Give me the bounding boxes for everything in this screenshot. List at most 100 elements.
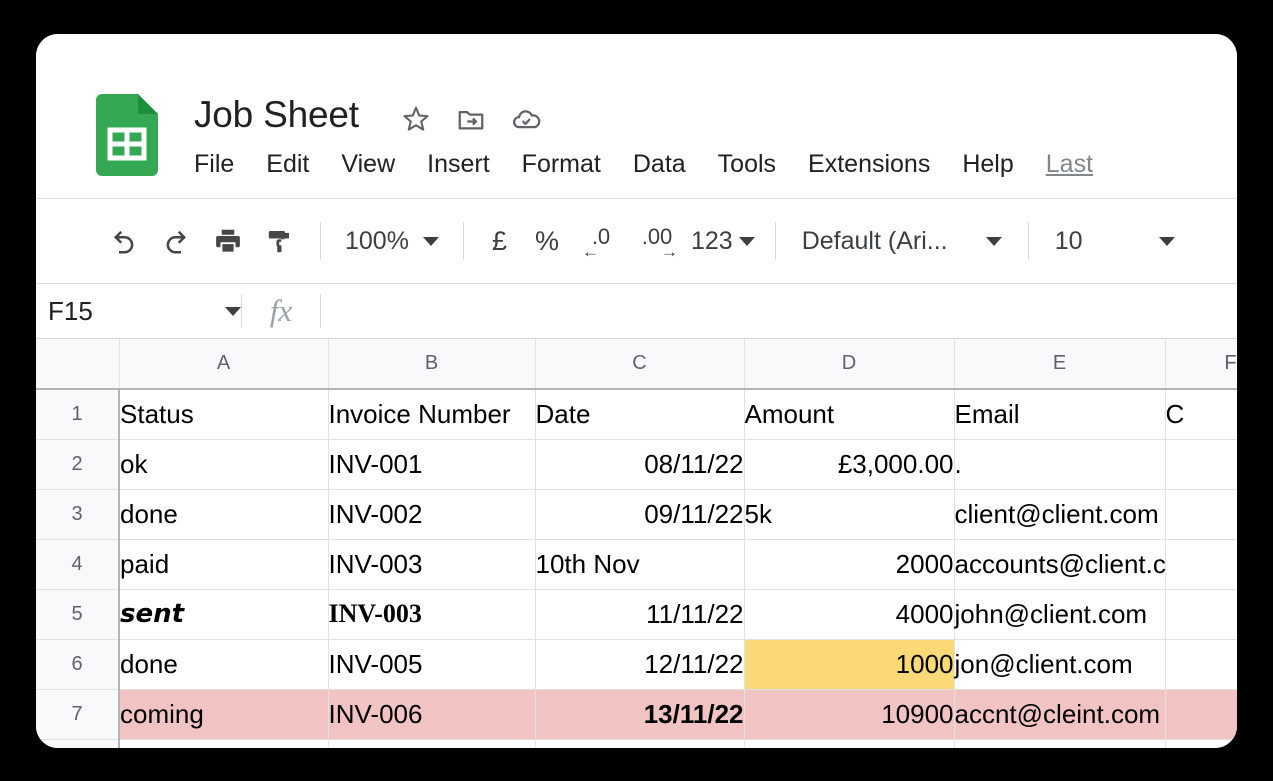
cell-e6[interactable]: jon@client.com [954,639,1166,690]
spreadsheet-grid[interactable]: A B C D E F 1 Status Invoice Number Date… [36,339,1237,748]
row-header-3[interactable]: 3 [36,489,120,540]
cell-d3[interactable]: 5k [744,489,955,540]
cell-e5[interactable]: john@client.com [954,589,1166,640]
cell-d4[interactable]: 2000 [744,539,955,590]
cell-e3[interactable]: client@client.com [954,489,1166,540]
cell-c4[interactable]: 10th Nov [535,539,745,590]
decrease-decimal-button[interactable]: .0 ← [573,215,629,267]
column-header-a[interactable]: A [119,339,329,390]
cell-c7[interactable]: 13/11/22 [535,689,745,740]
arrow-left-icon: ← [582,242,599,261]
menu-item-file[interactable]: File [194,152,234,177]
select-all-corner[interactable] [36,339,120,390]
title-actions [401,104,541,134]
row-header-1[interactable]: 1 [36,389,120,440]
toolbar-divider [1027,222,1029,260]
cell-c3[interactable]: 09/11/22 [535,489,745,540]
cell-e2[interactable]: . [954,439,1166,490]
menu-item-tools[interactable]: Tools [718,152,776,177]
cell-a5[interactable]: sent [119,589,329,640]
cell-b3[interactable]: INV-002 [328,489,536,540]
formula-input[interactable] [321,284,1237,338]
cell-b5[interactable]: INV-003 [328,589,536,640]
cell-f7[interactable] [1165,689,1237,740]
column-header-f[interactable]: F [1165,339,1237,390]
undo-icon[interactable] [98,215,150,267]
cell-b6[interactable]: INV-005 [328,639,536,690]
cell-b8[interactable]: INV-007 [328,739,536,748]
zoom-control[interactable]: 100% [335,215,449,267]
menu-item-format[interactable]: Format [522,152,601,177]
paint-format-icon[interactable] [254,215,306,267]
column-header-d[interactable]: D [744,339,955,390]
cell-e8[interactable]: the [954,739,1166,748]
document-title[interactable]: Job Sheet [194,94,359,136]
currency-format-button[interactable]: £ [478,215,521,267]
font-size-label: 10 [1054,226,1083,255]
cell-d5[interactable]: 4000 [744,589,955,640]
cell-a3[interactable]: done [119,489,329,540]
cell-a8[interactable]: the [119,739,329,748]
menu-item-view[interactable]: View [341,152,395,177]
cell-f2[interactable] [1165,439,1237,490]
cell-d2[interactable]: £3,000.00 [744,439,955,490]
column-header-b[interactable]: B [328,339,536,390]
redo-icon[interactable] [150,215,202,267]
cell-f5[interactable] [1165,589,1237,640]
font-size-dropdown[interactable]: 10 [1043,227,1187,256]
cell-f6[interactable] [1165,639,1237,690]
menu-item-insert[interactable]: Insert [427,152,490,177]
last-edit-label[interactable]: Last [1046,152,1093,177]
cell-e1[interactable]: Email [954,389,1166,440]
column-header-e[interactable]: E [954,339,1166,390]
cell-b7[interactable]: INV-006 [328,689,536,740]
cell-f4[interactable] [1165,539,1237,590]
cell-a2[interactable]: ok [119,439,329,490]
table-row: 4 paid INV-003 10th Nov 2000 accounts@cl… [36,539,1237,590]
cell-d6[interactable]: 1000 [744,639,955,690]
cell-c5[interactable]: 11/11/22 [535,589,745,640]
row-header-8[interactable]: 8 [36,739,120,748]
number-format-dropdown[interactable]: 123 [685,227,761,256]
table-row: 2 ok INV-001 08/11/22 £3,000.00 . [36,439,1237,490]
print-icon[interactable] [202,215,254,267]
percent-format-button[interactable]: % [521,215,573,267]
menu-item-data[interactable]: Data [633,152,686,177]
cell-c1[interactable]: Date [535,389,745,440]
cell-a1[interactable]: Status [119,389,329,440]
row-header-5[interactable]: 5 [36,589,120,640]
font-family-dropdown[interactable]: Default (Ari... [790,227,1014,256]
increase-decimal-button[interactable]: .00 → [629,215,685,267]
star-icon[interactable] [401,104,431,134]
cell-d8[interactable]: 220424 [744,739,955,748]
name-box[interactable]: F15 [36,284,241,338]
cell-a7[interactable]: coming [119,689,329,740]
cloud-saved-icon[interactable] [511,104,541,134]
cell-f8[interactable] [1165,739,1237,748]
row-header-4[interactable]: 4 [36,539,120,590]
cell-e4[interactable]: accounts@client.c [954,539,1166,590]
column-header-c[interactable]: C [535,339,745,390]
move-to-folder-icon[interactable] [456,104,486,134]
cell-e7[interactable]: accnt@cleint.com [954,689,1166,740]
cell-a6[interactable]: done [119,639,329,690]
cell-c2[interactable]: 08/11/22 [535,439,745,490]
cell-b2[interactable]: INV-001 [328,439,536,490]
chevron-down-icon[interactable] [225,306,241,316]
cell-d7[interactable]: 10900 [744,689,955,740]
cell-b1[interactable]: Invoice Number [328,389,536,440]
cell-a4[interactable]: paid [119,539,329,590]
menu-item-edit[interactable]: Edit [266,152,309,177]
cell-c8[interactable]: 20 days before [535,739,745,748]
cell-f3[interactable] [1165,489,1237,540]
cell-d1[interactable]: Amount [744,389,955,440]
menu-item-help[interactable]: Help [962,152,1013,177]
cell-f1[interactable]: C [1165,389,1237,440]
screen: Job Sheet File Edit View Insert Format D… [0,0,1273,781]
row-header-2[interactable]: 2 [36,439,120,490]
row-header-6[interactable]: 6 [36,639,120,690]
cell-c6[interactable]: 12/11/22 [535,639,745,690]
cell-b4[interactable]: INV-003 [328,539,536,590]
menu-item-extensions[interactable]: Extensions [808,152,930,177]
row-header-7[interactable]: 7 [36,689,120,740]
